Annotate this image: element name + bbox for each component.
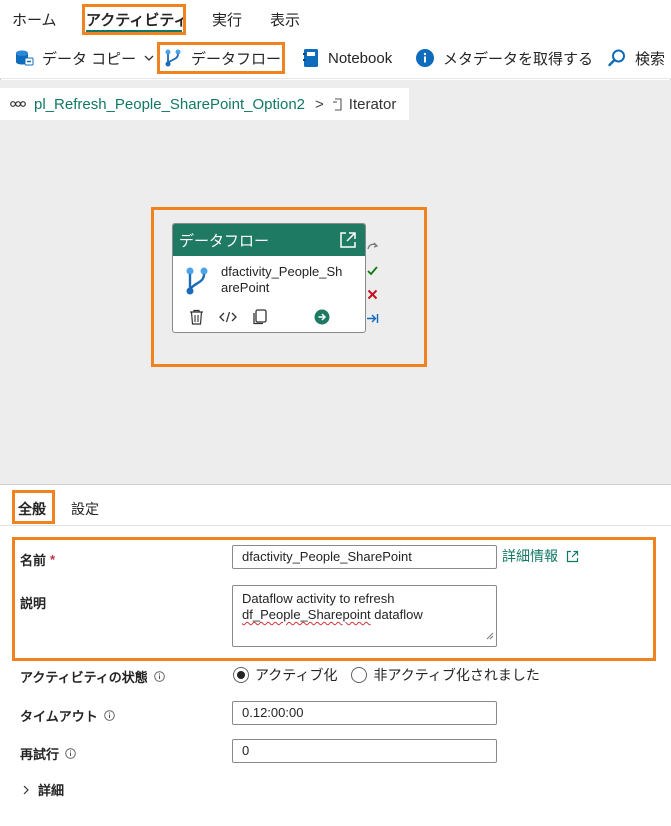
description-line-2: df_People_Sharepoint dataflow (242, 607, 487, 623)
dataflow-button[interactable]: データフロー (163, 38, 281, 78)
description-label: 説明 (20, 596, 47, 611)
activity-type-label: データフロー (179, 232, 270, 250)
retry-input[interactable]: 0 (232, 739, 497, 763)
dataflow-icon (185, 266, 209, 296)
activity-connectors (366, 240, 380, 336)
details-expander[interactable]: 詳細 (22, 780, 64, 799)
active-tab-indicator (86, 30, 182, 33)
pipeline-icon (10, 97, 26, 111)
timeout-label-text: タイムアウト (20, 709, 98, 724)
completion-connector-icon[interactable] (366, 312, 379, 325)
breadcrumb: pl_Refresh_People_SharePoint_Option2 > I… (0, 88, 409, 120)
search-icon (607, 48, 627, 68)
activity-body: dfactivity_People_SharePoint (173, 256, 365, 296)
retry-label: 再試行 (20, 744, 76, 763)
copy-icon[interactable] (252, 309, 267, 325)
delete-icon[interactable] (189, 309, 204, 325)
get-metadata-label: メタデータを取得する (443, 50, 594, 68)
chevron-right-icon (22, 785, 30, 795)
code-icon[interactable] (219, 309, 237, 325)
more-info-link[interactable]: 詳細情報 (502, 546, 579, 566)
info-icon (154, 671, 165, 682)
tab-general[interactable]: 全般 (18, 499, 46, 519)
tab-settings[interactable]: 設定 (71, 499, 99, 519)
notebook-label: Notebook (328, 49, 393, 67)
activity-state-radio-group: アクティブ化 非アクティブ化されました (233, 665, 554, 685)
menu-bar: ホーム アクティビティ 実行 表示 (0, 0, 671, 38)
breadcrumb-current: Iterator (348, 95, 397, 113)
timeout-label: タイムアウト (20, 706, 115, 725)
breadcrumb-pipeline-link[interactable]: pl_Refresh_People_SharePoint_Option2 (34, 96, 305, 113)
state-active-radio[interactable] (233, 667, 249, 683)
run-arrow-icon[interactable] (314, 309, 330, 325)
properties-panel: 全般 設定 名前 * dfactivity_People_SharePoint … (0, 484, 671, 826)
notebook-icon (302, 48, 320, 68)
name-label: 名前 * (20, 550, 55, 569)
tab-view[interactable]: 表示 (270, 9, 300, 30)
name-label-text: 名前 (20, 553, 47, 568)
failure-connector-icon[interactable] (366, 288, 379, 301)
activity-state-label-text: アクティビティの状態 (20, 670, 148, 685)
more-info-label: 詳細情報 (502, 548, 558, 564)
notebook-button[interactable]: Notebook (302, 38, 392, 78)
state-active-label[interactable]: アクティブ化 (255, 665, 337, 685)
success-connector-icon[interactable] (366, 264, 379, 277)
lookup-button[interactable]: 検索 (607, 38, 665, 78)
tab-home[interactable]: ホーム (12, 9, 57, 30)
info-icon (103, 710, 115, 721)
timeout-input[interactable]: 0.12:00:00 (232, 701, 497, 725)
open-external-icon[interactable] (339, 231, 357, 249)
name-input[interactable]: dfactivity_People_SharePoint (232, 545, 497, 569)
activity-actions (173, 302, 365, 332)
tab-run[interactable]: 実行 (212, 9, 242, 30)
required-mark: * (50, 552, 56, 567)
properties-active-tab-indicator (18, 521, 46, 523)
copy-data-label: データ コピー (42, 50, 137, 68)
skip-connector-icon[interactable] (366, 240, 379, 253)
external-link-icon (566, 550, 579, 563)
get-metadata-button[interactable]: メタデータを取得する (415, 38, 593, 78)
database-icon (14, 48, 34, 68)
activity-name: dfactivity_People_SharePoint (221, 264, 343, 295)
tab-activity[interactable]: アクティビティ (86, 9, 188, 30)
pipeline-canvas[interactable]: pl_Refresh_People_SharePoint_Option2 > I… (0, 80, 671, 484)
description-spellcheck-word: df_People_Sharepoint (242, 607, 371, 622)
copy-data-button[interactable]: データ コピー (14, 38, 154, 78)
radio-selected-dot (237, 671, 245, 679)
breadcrumb-separator: > (315, 95, 324, 113)
details-label: 詳細 (38, 783, 65, 798)
resize-grip-icon[interactable] (486, 628, 494, 644)
activity-state-label: アクティビティの状態 (20, 667, 165, 686)
state-inactive-radio[interactable] (351, 667, 368, 683)
dataflow-activity-node[interactable]: データフロー dfactivity_People_SharePoint (172, 223, 366, 333)
description-line-1: Dataflow activity to refresh (242, 591, 395, 606)
info-icon (65, 748, 76, 759)
info-icon (415, 48, 435, 68)
dataflow-icon (163, 48, 183, 68)
retry-label-text: 再試行 (20, 747, 60, 762)
activity-header: データフロー (173, 224, 365, 256)
dataflow-label: データフロー (191, 50, 282, 68)
description-line-2-rest: dataflow (370, 607, 423, 622)
toolbar: データ コピー データフロー Notebook メタデータを取得する 検索 (0, 38, 671, 79)
foreach-icon (332, 97, 343, 111)
description-textarea[interactable]: Dataflow activity to refresh df_People_S… (232, 585, 497, 647)
properties-tabs: 全般 設定 (0, 485, 671, 526)
lookup-label: 検索 (635, 50, 666, 68)
chevron-down-icon (144, 53, 154, 63)
state-inactive-label[interactable]: 非アクティブ化されました (373, 665, 539, 685)
